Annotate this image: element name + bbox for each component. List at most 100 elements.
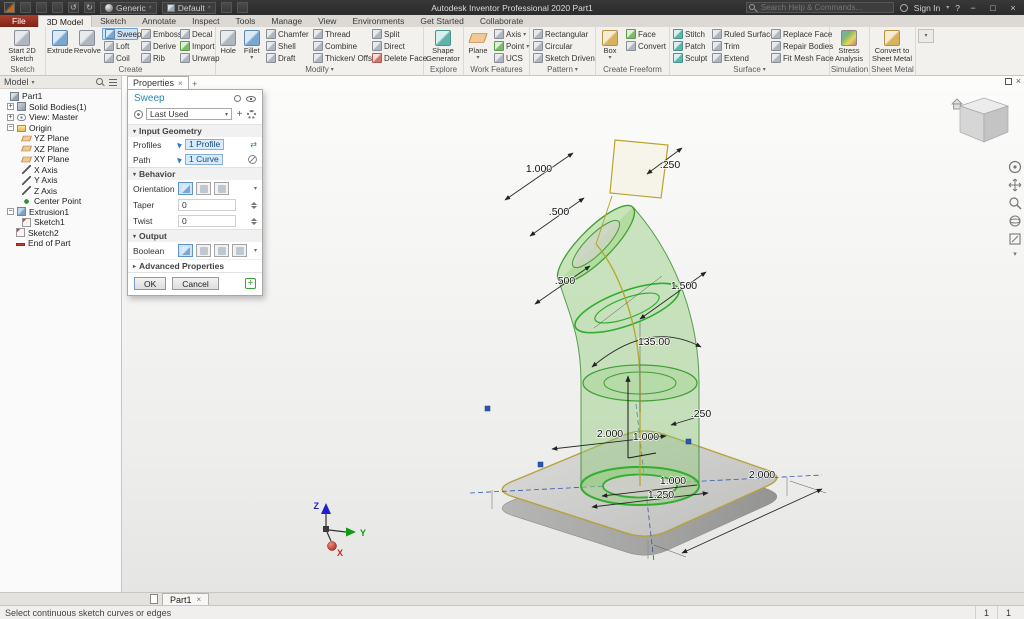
minimize-button[interactable]: −	[966, 3, 980, 13]
viewcube[interactable]	[951, 97, 1010, 143]
orientation-guide-button[interactable]	[214, 182, 229, 195]
tree-item-sketch1[interactable]: Sketch1	[0, 217, 121, 228]
browser-search-icon[interactable]	[96, 77, 105, 87]
section-input-geometry[interactable]: ▾ Input Geometry	[128, 124, 262, 137]
replace-face-button[interactable]: Replace Face	[769, 28, 832, 40]
expander-icon[interactable]: −	[7, 208, 14, 216]
ruled-surface-button[interactable]: Ruled Surface	[710, 28, 775, 40]
dimension-label[interactable]: 1.500	[670, 279, 698, 293]
taper-input[interactable]: 0	[178, 199, 236, 211]
group-label-explore[interactable]: Explore	[430, 65, 457, 74]
draft-button[interactable]: Draft	[264, 52, 310, 64]
undo-icon[interactable]: ↺	[68, 2, 79, 13]
trim-button[interactable]: Trim	[710, 40, 768, 52]
sculpt-button[interactable]: Sculpt	[671, 52, 709, 64]
group-overflow-chevron[interactable]: ▾	[575, 66, 578, 73]
tab-sketch[interactable]: Sketch	[92, 15, 134, 27]
loft-button[interactable]: Loft	[102, 40, 138, 52]
flip-icon[interactable]: ⇄	[250, 140, 257, 149]
tree-item-part[interactable]: Part1	[0, 91, 121, 102]
chevron-down-icon[interactable]: ▾	[254, 247, 257, 254]
dimension-label[interactable]: 2.000	[748, 468, 776, 482]
ok-button[interactable]: OK	[134, 277, 167, 290]
new-file-icon[interactable]	[20, 2, 31, 13]
open-file-icon[interactable]	[36, 2, 47, 13]
emboss-button[interactable]: Emboss	[139, 28, 182, 40]
axis-button[interactable]: Axis ▾	[492, 28, 528, 40]
viewcube-home-icon[interactable]	[951, 98, 963, 105]
fillet-button[interactable]: Fillet ▾	[241, 28, 264, 61]
dimension-label[interactable]: 1.000	[525, 162, 553, 176]
tab-environments[interactable]: Environments	[344, 15, 412, 27]
rectangular-pattern-button[interactable]: Rectangular	[531, 28, 593, 40]
properties-tab[interactable]: Properties ×	[127, 76, 189, 89]
group-label-create[interactable]: Create	[118, 65, 142, 74]
options-icon[interactable]	[236, 2, 248, 13]
app-icon[interactable]	[4, 2, 15, 13]
fit-mesh-face-button[interactable]: Fit Mesh Face	[769, 52, 834, 64]
group-label-sketch[interactable]: Sketch	[10, 65, 34, 74]
shell-button[interactable]: Shell	[264, 40, 310, 52]
add-preset-icon[interactable]: +	[235, 109, 244, 120]
derive-button[interactable]: Derive	[139, 40, 177, 52]
tree-item-end-of-part[interactable]: End of Part	[0, 238, 121, 249]
pan-icon[interactable]	[1008, 178, 1022, 192]
tree-item-view-master[interactable]: + View: Master	[0, 112, 121, 123]
group-overflow-chevron[interactable]: ▾	[331, 66, 334, 73]
orientation-follow-path-button[interactable]	[178, 182, 193, 195]
tree-item-center-point[interactable]: Center Point	[0, 196, 121, 207]
dimension-label[interactable]: .500	[554, 274, 576, 288]
viewcube-home-icon[interactable]	[953, 103, 961, 110]
tree-item-x-axis[interactable]: X Axis	[0, 165, 121, 176]
navbar-more-icon[interactable]: ▾	[1013, 250, 1017, 258]
measure-icon[interactable]	[220, 2, 232, 13]
hole-button[interactable]: Hole	[217, 28, 240, 55]
close-icon[interactable]: ×	[197, 595, 202, 604]
expander-icon[interactable]: −	[7, 124, 14, 132]
tab-3d-model[interactable]: 3D Model	[37, 15, 93, 27]
stress-analysis-button[interactable]: Stress Analysis	[831, 28, 867, 63]
help-button[interactable]: ?	[955, 3, 960, 13]
section-output[interactable]: ▾ Output	[128, 229, 262, 242]
start-2d-sketch-button[interactable]: Start 2D Sketch	[1, 28, 43, 63]
group-label-simulation[interactable]: Simulation	[831, 65, 868, 74]
dimension-label[interactable]: 1.000	[659, 474, 687, 488]
add-feature-icon[interactable]: +	[245, 278, 256, 289]
freeform-face-button[interactable]: Face	[624, 28, 668, 40]
convert-to-sheet-metal-button[interactable]: Convert to Sheet Metal	[871, 28, 913, 63]
gear-icon[interactable]	[247, 109, 256, 119]
stitch-button[interactable]: Stitch	[671, 28, 709, 40]
direct-button[interactable]: Direct	[370, 40, 422, 52]
sweep-button[interactable]: Sweep	[101, 28, 141, 40]
profiles-selection-chip[interactable]: 1 Profile	[185, 139, 225, 150]
repair-bodies-button[interactable]: Repair Bodies	[769, 40, 833, 52]
appearance-dropdown[interactable]: Default ▾	[161, 1, 216, 14]
browser-title[interactable]: Model	[4, 77, 29, 87]
tree-item-z-axis[interactable]: Z Axis	[0, 186, 121, 197]
thread-button[interactable]: Thread	[311, 28, 369, 40]
restore-window-icon[interactable]	[1004, 78, 1012, 85]
revolve-button[interactable]: Revolve	[74, 28, 101, 55]
save-icon[interactable]	[52, 2, 63, 13]
plane-button[interactable]: Plane ▾	[465, 28, 491, 61]
expander-icon[interactable]: +	[7, 113, 14, 121]
tab-view[interactable]: View	[310, 15, 344, 27]
chamfer-button[interactable]: Chamfer	[264, 28, 310, 40]
patch-button[interactable]: Patch	[671, 40, 709, 52]
group-label-create-freeform[interactable]: Create Freeform	[603, 65, 662, 74]
help-search[interactable]	[745, 2, 894, 13]
path-selection-chip[interactable]: 1 Curve	[185, 154, 223, 165]
thicken-offset-button[interactable]: Thicken/ Offset	[311, 52, 379, 64]
tab-manage[interactable]: Manage	[263, 15, 310, 27]
tab-inspect[interactable]: Inspect	[184, 15, 227, 27]
chevron-down-icon[interactable]: ▾	[254, 185, 257, 192]
freeform-convert-button[interactable]: Convert	[624, 40, 668, 52]
look-at-icon[interactable]	[1008, 232, 1022, 246]
expander-icon[interactable]: +	[7, 103, 14, 111]
taper-stepper[interactable]	[251, 201, 257, 209]
import-button[interactable]: Import	[178, 40, 218, 52]
chevron-down-icon[interactable]: ▾	[32, 79, 35, 86]
pin-icon[interactable]	[234, 95, 241, 102]
dimension-label[interactable]: .250	[690, 407, 712, 421]
add-tab-button[interactable]: +	[189, 79, 201, 89]
